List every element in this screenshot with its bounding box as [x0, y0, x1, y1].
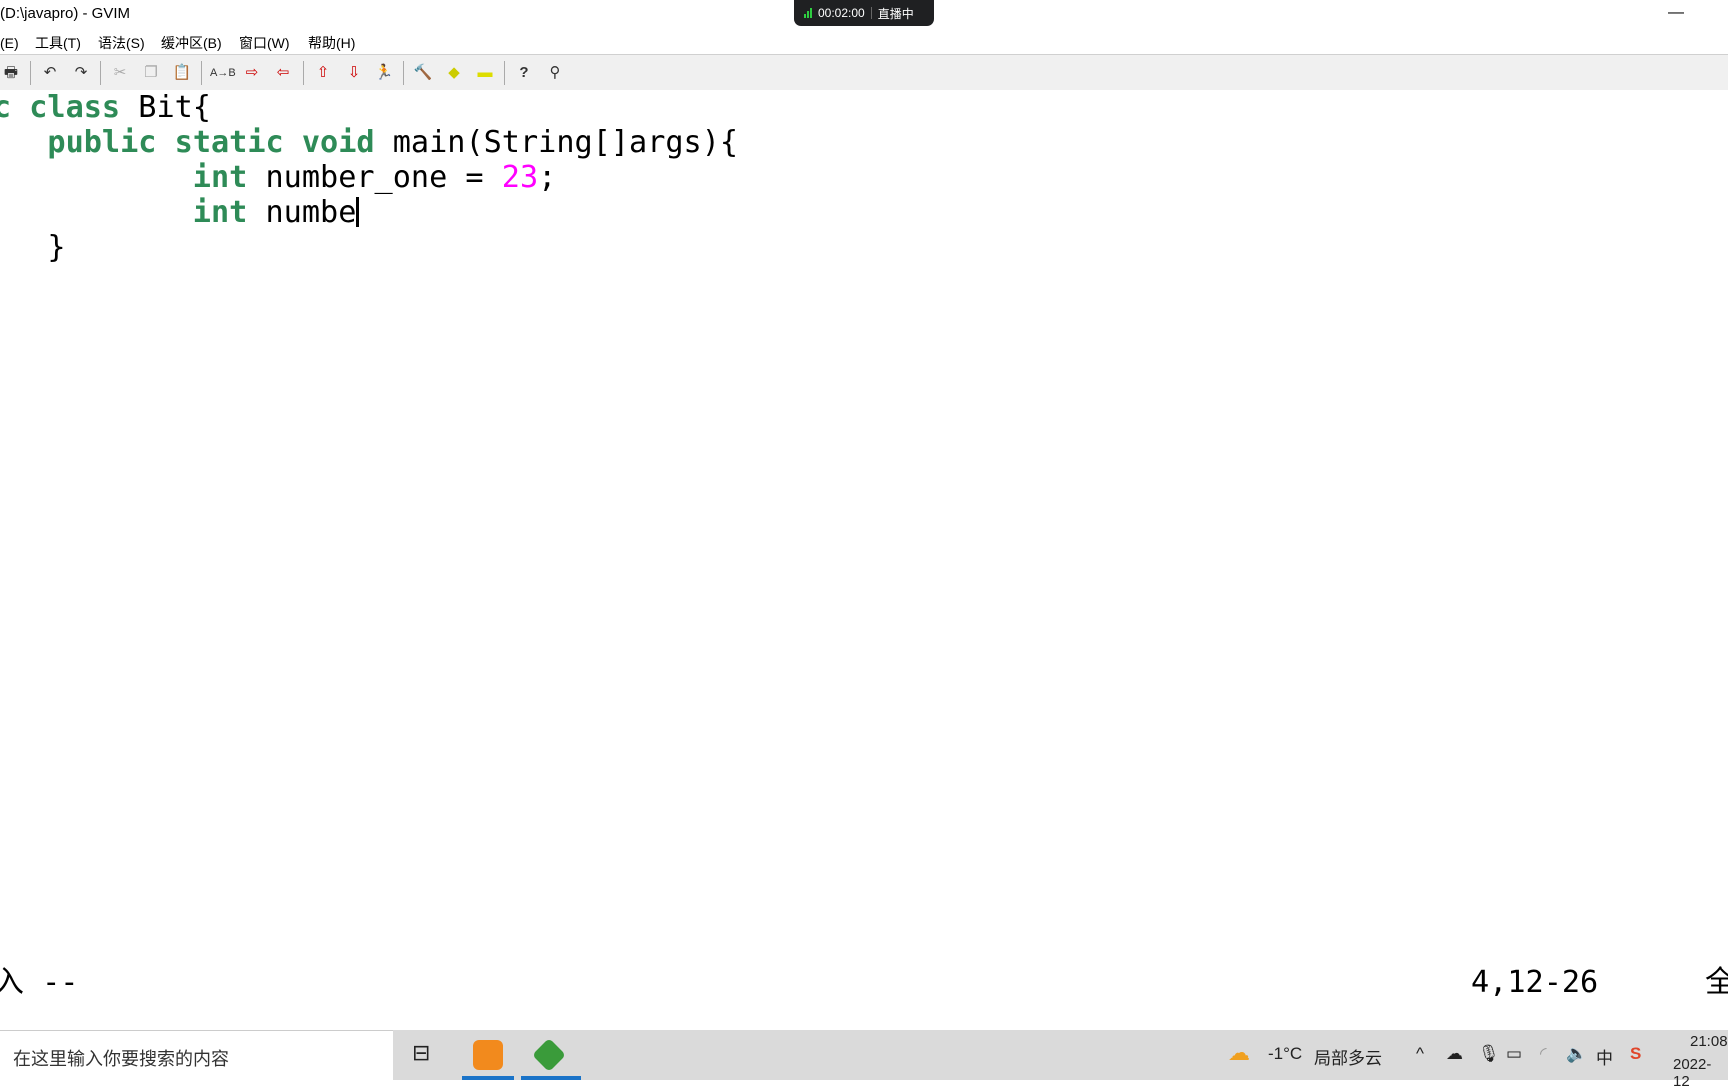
sogou-ime-icon[interactable]: S — [1630, 1044, 1641, 1064]
active-indicator — [462, 1076, 514, 1080]
taskbar: 在这里输入你要搜索的内容 ⊟ ☁ -1°C 局部多云 ^ ☁ 🎙 ▭ ◜ 🔈 中… — [0, 1030, 1728, 1090]
code-line: int numbe — [0, 195, 360, 230]
task-view-icon[interactable]: ⊟ — [412, 1040, 430, 1066]
code-line: int number_one = 23; — [192, 160, 557, 195]
separator — [100, 61, 101, 85]
menu-edit[interactable]: 编(E) — [0, 33, 19, 53]
ime-indicator[interactable]: 中 — [1596, 1044, 1613, 1069]
separator — [201, 61, 202, 85]
cloud-icon[interactable]: ☁ — [1446, 1044, 1463, 1064]
load-session-icon[interactable]: ⇧ — [312, 62, 334, 84]
recording-time: 00:02:00 — [818, 6, 865, 20]
taskbar-search-input[interactable]: 在这里输入你要搜索的内容 — [0, 1030, 393, 1080]
chevron-up-icon[interactable]: ^ — [1416, 1044, 1424, 1064]
active-indicator — [521, 1076, 581, 1080]
redo-icon[interactable]: ↷ — [70, 62, 92, 84]
scroll-position: 全部 — [1705, 965, 1728, 1000]
cut-icon[interactable]: ✂ — [109, 62, 131, 84]
tag-icon[interactable]: ▬ — [474, 62, 496, 84]
clock-time[interactable]: 21:08 — [1690, 1033, 1728, 1050]
separator — [504, 61, 505, 85]
menu-window[interactable]: 窗口(W) — [239, 33, 290, 53]
microphone-icon[interactable]: 🎙 — [1478, 1044, 1500, 1064]
wifi-icon[interactable]: ◜ — [1540, 1044, 1547, 1064]
recording-status: 直播中 — [877, 6, 914, 21]
copy-icon[interactable]: ❐ — [140, 62, 162, 84]
menu-syntax[interactable]: 语法(S) — [98, 33, 145, 53]
weather-desc[interactable]: 局部多云 — [1314, 1044, 1382, 1069]
run-script-icon[interactable]: 🏃 — [373, 62, 395, 84]
menu-bar: 编(E) 工具(T) 语法(S) 缓冲区(B) 窗口(W) 帮助(H) — [0, 30, 1728, 54]
code-line: } — [47, 230, 66, 265]
find-next-icon[interactable]: ⇨ — [241, 62, 263, 84]
gvim-icon[interactable] — [532, 1038, 566, 1072]
recording-badge[interactable]: 00:02:00 直播中 — [794, 0, 934, 26]
undo-icon[interactable]: ↶ — [39, 62, 61, 84]
find-help-icon[interactable]: ⚲ — [544, 62, 566, 84]
mode-indicator: -- 插入 -- — [0, 965, 79, 1000]
code-line: public static void main(String[]args){ — [47, 125, 739, 160]
paste-icon[interactable]: 📋 — [171, 62, 193, 84]
menu-buffers[interactable]: 缓冲区(B) — [161, 33, 222, 53]
find-prev-icon[interactable]: ⇦ — [272, 62, 294, 84]
toolbar: 🖶 ↶ ↷ ✂ ❐ 📋 A→B ⇨ ⇦ ⇧ ⇩ 🏃 🔨 ◆ ▬ ? ⚲ — [0, 54, 1728, 90]
menu-help[interactable]: 帮助(H) — [308, 33, 355, 53]
weather-temp[interactable]: -1°C — [1268, 1044, 1302, 1064]
weather-icon[interactable]: ☁ — [1228, 1040, 1250, 1066]
volume-icon[interactable]: 🔈 — [1566, 1044, 1587, 1064]
separator — [30, 61, 31, 85]
editor-area[interactable]: public class Bit{ public static void mai… — [0, 90, 1728, 1030]
save-session-icon[interactable]: ⇩ — [343, 62, 365, 84]
menu-tools[interactable]: 工具(T) — [35, 33, 81, 53]
clock-date[interactable]: 2022-12 — [1673, 1056, 1728, 1090]
make-icon[interactable]: 🔨 — [412, 62, 434, 84]
separator — [403, 61, 404, 85]
tag-jump-icon[interactable]: ◆ — [443, 62, 465, 84]
window-title: (D:\javapro) - GVIM — [0, 5, 131, 22]
text-cursor — [356, 197, 360, 227]
replace-icon[interactable]: A→B — [210, 62, 236, 84]
help-icon[interactable]: ? — [513, 62, 535, 84]
print-icon[interactable]: 🖶 — [0, 62, 22, 84]
separator — [303, 61, 304, 85]
cursor-position: 4,12-26 — [1471, 965, 1599, 1000]
minimize-icon[interactable]: — — [1668, 4, 1684, 22]
code-line: public class Bit{ — [0, 90, 211, 125]
signal-icon — [804, 8, 812, 18]
divider — [870, 7, 872, 19]
battery-icon[interactable]: ▭ — [1506, 1044, 1522, 1064]
live-app-icon[interactable] — [473, 1040, 503, 1070]
